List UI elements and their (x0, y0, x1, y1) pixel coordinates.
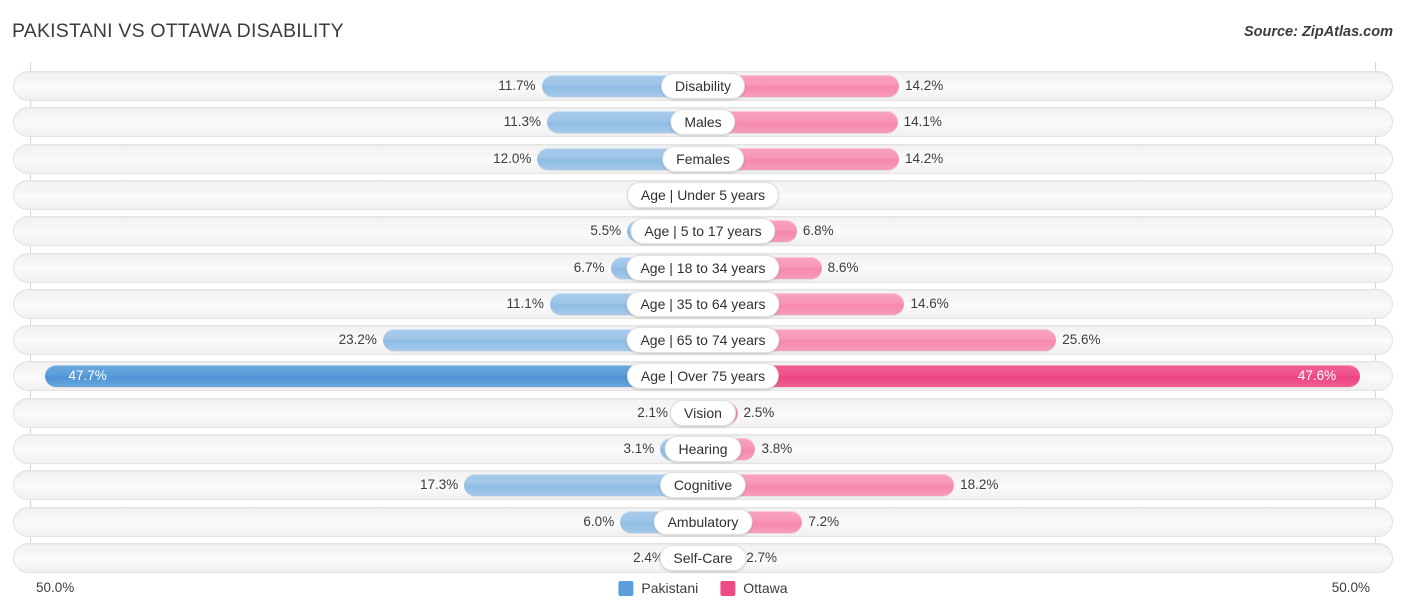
category-label: Cognitive (659, 472, 747, 499)
category-label: Age | 35 to 64 years (626, 290, 780, 317)
chart-legend: Pakistani Ottawa (618, 580, 788, 596)
chart-row: 47.7% 47.6% Age | Over 75 years (13, 361, 1393, 392)
category-label: Males (670, 109, 736, 136)
chart-row: 2.1% 2.5% Vision (13, 397, 1393, 428)
value-label-pakistani: 6.7% (573, 259, 605, 275)
chart-row: 3.1% 3.8% Hearing (13, 434, 1393, 464)
legend-label: Pakistani (641, 580, 699, 596)
category-label: Age | 65 to 74 years (626, 327, 780, 354)
category-label: Age | Under 5 years (626, 181, 780, 208)
page-title: PAKISTANI VS OTTAWA DISABILITY (12, 20, 344, 42)
chart-row: 17.3% 18.2% Cognitive (13, 470, 1393, 501)
category-label: Age | 18 to 34 years (626, 254, 780, 281)
category-label: Ambulatory (653, 508, 753, 535)
value-label-pakistani: 17.3% (419, 477, 459, 493)
category-label: Females (662, 145, 744, 172)
value-label-ottawa: 25.6% (1062, 332, 1101, 348)
value-label-pakistani: 5.5% (590, 223, 622, 239)
chart-plot-area: 11.7% 14.2% Disability 11.3% 14.1% Males 12.0%… (0, 62, 1406, 573)
legend-item[interactable]: Pakistani (618, 580, 698, 596)
value-label-ottawa: 14.1% (903, 114, 942, 130)
value-label-pakistani: 3.1% (623, 441, 655, 456)
chart-row: 1.3%1.7%Age | Under 5 years (13, 179, 1393, 210)
value-label-pakistani: 2.1% (637, 404, 669, 420)
axis-label-right: 50.0% (1331, 580, 1370, 595)
value-label-pakistani: 12.0% (493, 150, 532, 166)
value-label-ottawa: 7.2% (808, 513, 840, 529)
value-label-ottawa: 18.2% (960, 477, 999, 493)
chart-row: 6.7% 8.6% Age | 18 to 34 years (13, 252, 1393, 283)
value-label-pakistani: 11.1% (506, 295, 544, 311)
chart-root: PAKISTANI VS OTTAWA DISABILITY Source: Z… (0, 0, 1406, 612)
chart-row: 11.1% 14.6% Age | 35 to 64 years (13, 288, 1393, 319)
legend-label: Ottawa (743, 580, 788, 596)
source-attribution: Source: ZipAtlas.com (1243, 24, 1393, 40)
category-label: Hearing (664, 436, 742, 462)
chart-row: 12.0% 14.2% Females (13, 143, 1393, 174)
category-label: Disability (660, 73, 746, 99)
value-label-ottawa: 6.8% (802, 223, 834, 239)
value-label-ottawa: 8.6% (827, 259, 859, 275)
value-label-ottawa: 14.2% (904, 150, 944, 166)
bar-ottawa (703, 365, 1360, 388)
chart-header: PAKISTANI VS OTTAWA DISABILITY Source: Z… (0, 0, 1406, 62)
value-label-ottawa: 3.8% (761, 441, 793, 456)
value-label-pakistani: 47.7% (68, 368, 107, 384)
value-label-pakistani: 11.3% (503, 114, 542, 130)
category-label: Vision (670, 399, 736, 426)
legend-item[interactable]: Ottawa (720, 580, 788, 596)
bar-pakistani (44, 365, 703, 388)
chart-row: 2.4% 2.7% Self-Care (13, 542, 1393, 573)
chart-row: 6.0% 7.2% Ambulatory (13, 506, 1393, 537)
value-label-pakistani: 6.0% (583, 513, 615, 529)
legend-swatch-pakistani-icon (618, 580, 634, 596)
category-label: Age | Over 75 years (626, 363, 780, 390)
value-label-ottawa: 14.6% (910, 295, 949, 311)
chart-row: 11.7% 14.2% Disability (13, 71, 1393, 101)
chart-row: 23.2% 25.6% Age | 65 to 74 years (13, 325, 1393, 356)
legend-swatch-ottawa-icon (720, 580, 736, 596)
chart-row: 5.5% 6.8% Age | 5 to 17 years (13, 216, 1393, 247)
value-label-pakistani: 23.2% (338, 332, 377, 348)
chart-row: 11.3% 14.1% Males (13, 107, 1393, 138)
category-label: Self-Care (659, 544, 747, 571)
value-label-ottawa: 2.7% (746, 549, 778, 565)
chart-footer: 50.0% Pakistani Ottawa 50.0% (0, 572, 1406, 612)
category-label: Age | 5 to 17 years (630, 218, 776, 245)
value-label-ottawa: 47.6% (1297, 368, 1337, 384)
value-label-ottawa: 2.5% (743, 404, 775, 420)
value-label-pakistani: 11.7% (498, 78, 536, 93)
value-label-ottawa: 14.2% (904, 78, 944, 93)
axis-label-left: 50.0% (36, 580, 75, 595)
